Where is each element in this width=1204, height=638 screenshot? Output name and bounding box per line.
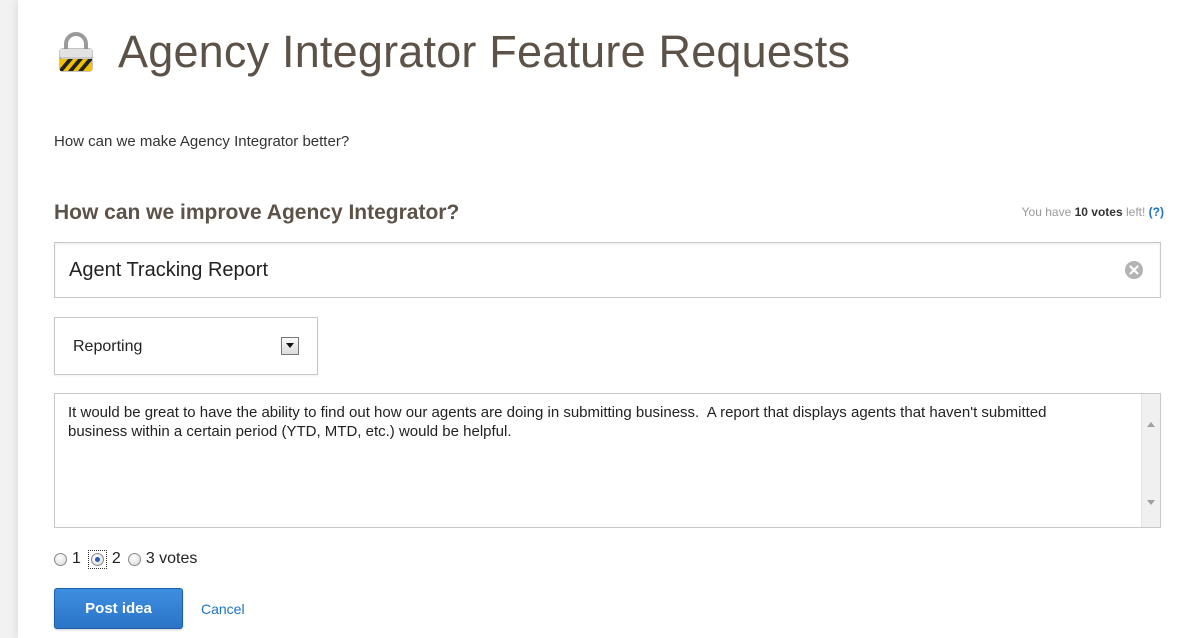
clear-icon[interactable]: [1124, 260, 1144, 280]
votes-count: 10 votes: [1074, 205, 1123, 219]
idea-title-field: [54, 242, 1161, 298]
votes-prefix: You have: [1021, 205, 1072, 219]
scroll-up-arrow-icon[interactable]: [1147, 422, 1155, 427]
description-scrollbar[interactable]: [1141, 394, 1160, 527]
votes-suffix: left!: [1125, 205, 1146, 219]
vote-radio-2[interactable]: [90, 552, 104, 566]
vote-radio-focus: [87, 549, 107, 569]
idea-title-input[interactable]: [55, 243, 1115, 297]
page-subtitle: How can we make Agency Integrator better…: [54, 133, 350, 150]
title-row: Agency Integrator Feature Requests: [54, 20, 850, 82]
idea-description-field[interactable]: It would be great to have the ability to…: [54, 393, 1161, 528]
votes-help-link[interactable]: (?): [1149, 205, 1164, 219]
idea-description-text: It would be great to have the ability to…: [68, 404, 1051, 440]
feedback-panel: Agency Integrator Feature Requests How c…: [18, 0, 1204, 638]
vote-label-2: 2: [111, 550, 121, 567]
scroll-down-arrow-icon[interactable]: [1147, 500, 1155, 505]
votes-remaining: You have 10 votes left! (?): [1022, 205, 1164, 219]
vote-label-3: 3 votes: [145, 550, 198, 567]
category-value: Reporting: [73, 338, 143, 355]
page-title: Agency Integrator Feature Requests: [118, 25, 851, 77]
vote-radio-1[interactable]: [54, 552, 67, 566]
lock-icon: [59, 32, 93, 72]
form-heading: How can we improve Agency Integrator?: [54, 201, 460, 224]
vote-label-1: 1: [72, 550, 81, 567]
cancel-link[interactable]: Cancel: [201, 601, 245, 617]
post-idea-button[interactable]: Post idea: [54, 588, 183, 629]
vote-radio-3[interactable]: [127, 552, 141, 566]
form-actions: Post idea Cancel: [54, 588, 245, 629]
vote-options: 1 2 3 votes: [54, 548, 204, 570]
chevron-down-icon[interactable]: [281, 337, 299, 355]
category-select[interactable]: Reporting: [54, 317, 318, 375]
